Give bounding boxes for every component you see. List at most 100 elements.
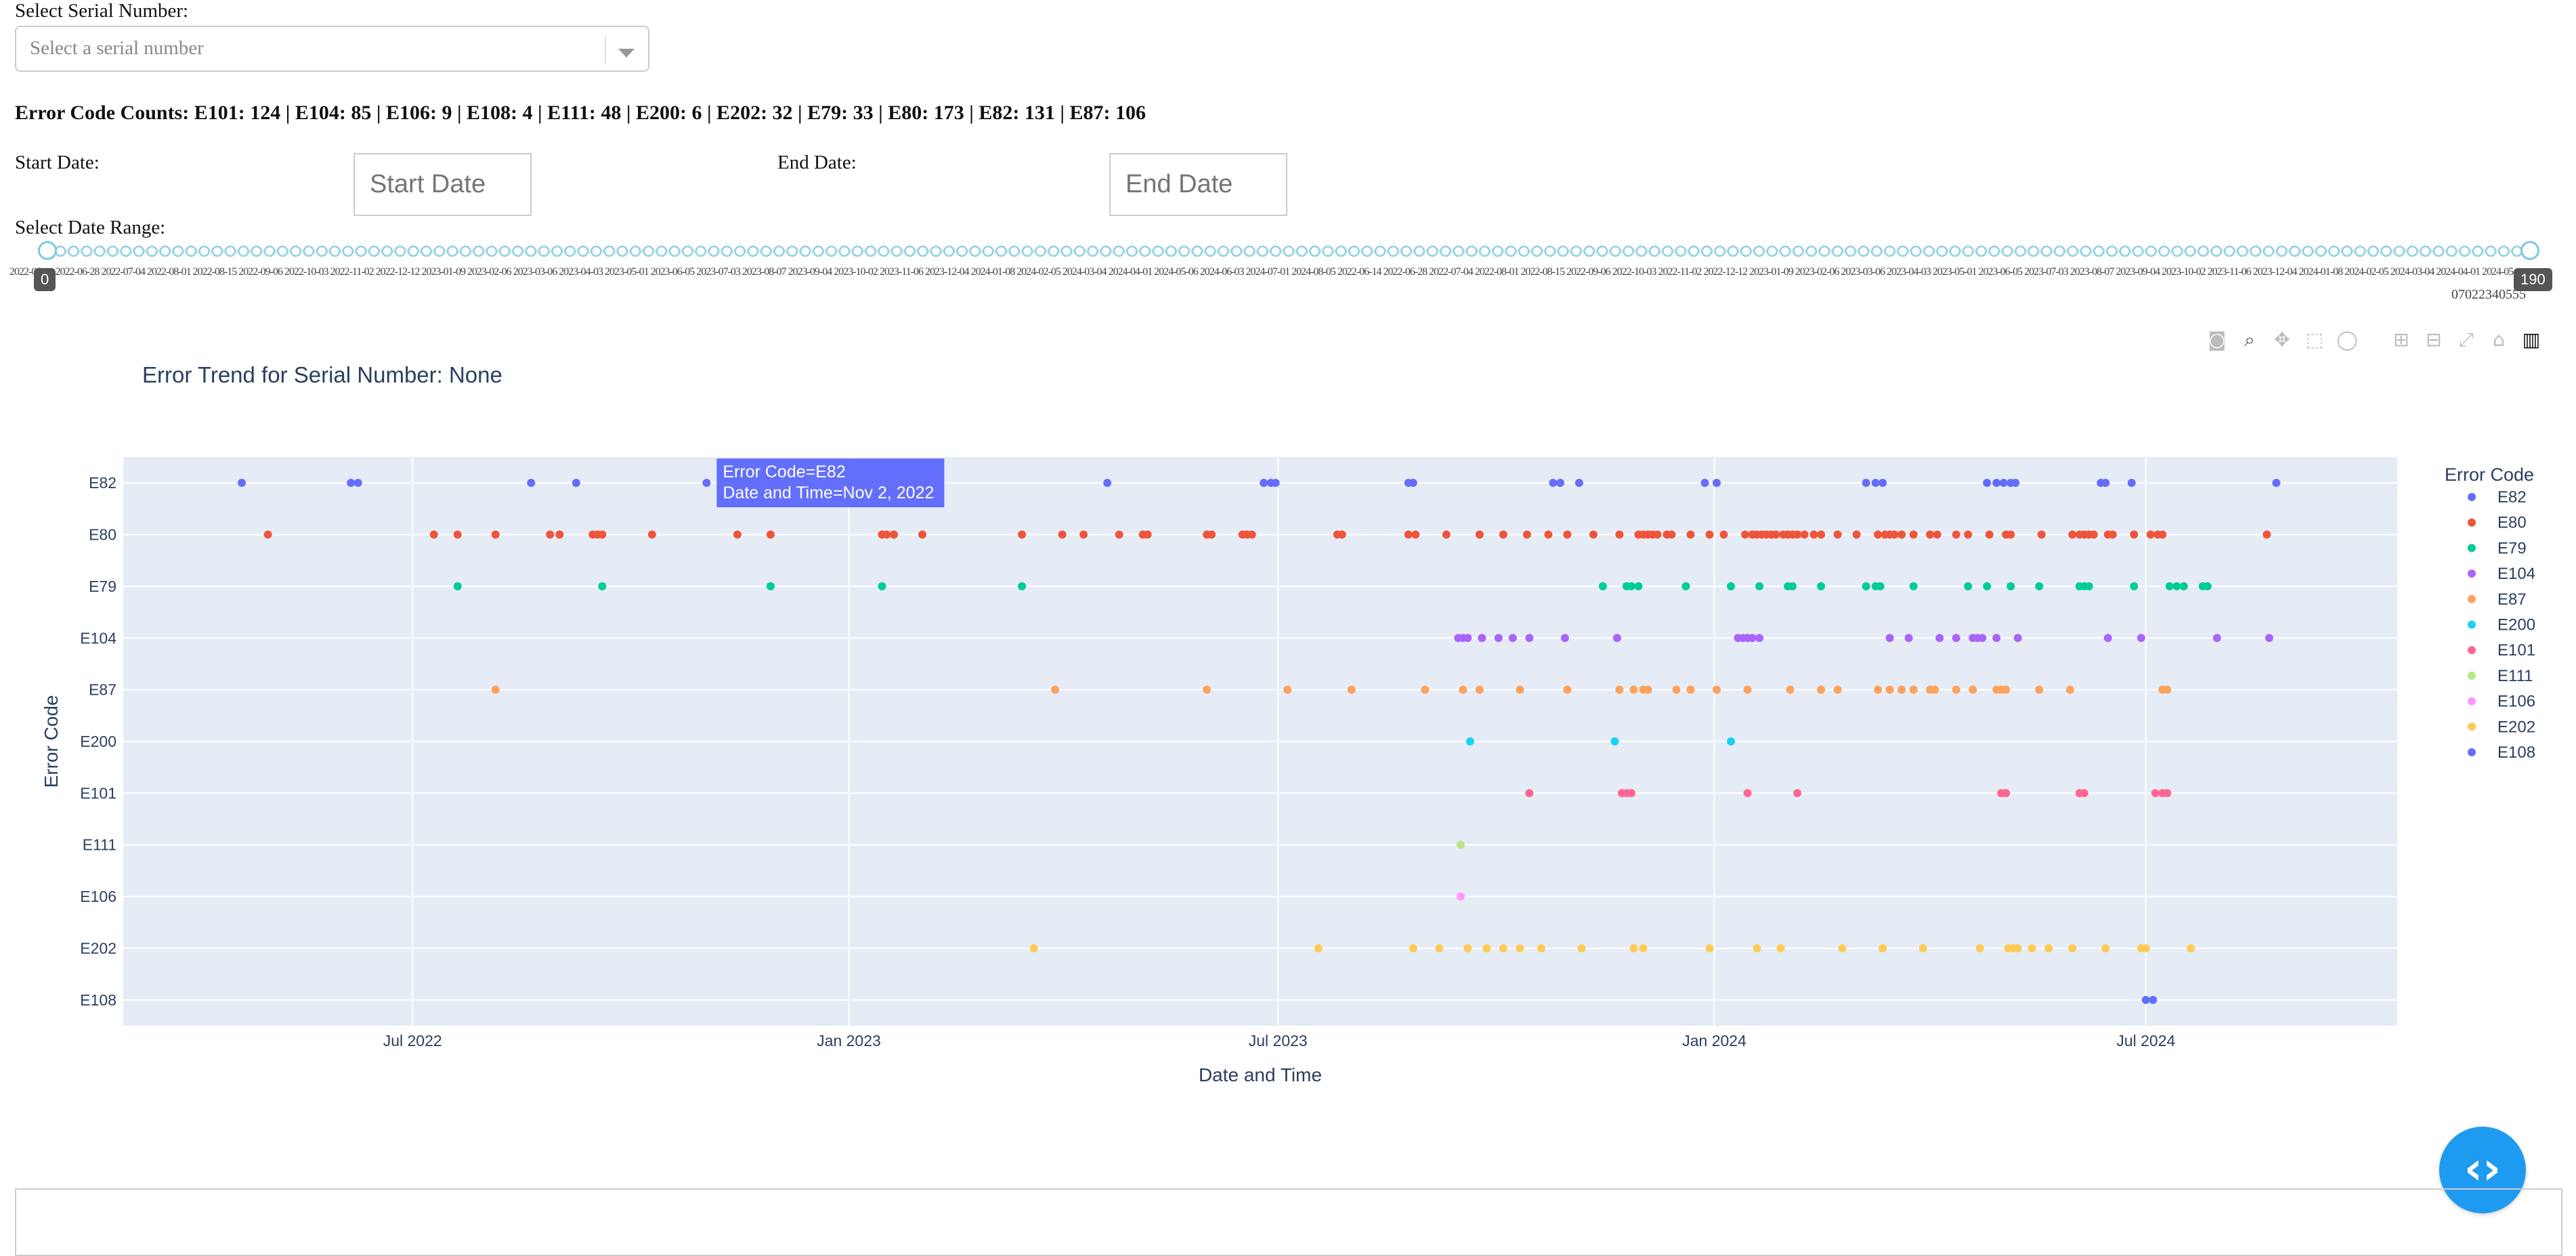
data-point-e82 [527, 479, 536, 488]
data-point-e87 [1051, 685, 1060, 694]
data-point-e80 [1653, 530, 1662, 539]
slider-step-mark [1218, 245, 1229, 257]
data-point-e80 [1404, 530, 1413, 539]
data-point-e80 [1115, 530, 1123, 539]
zoom-out-icon[interactable]: ⊟ [2422, 328, 2446, 352]
slider-step-mark [577, 245, 589, 257]
data-point-e111 [1456, 840, 1465, 849]
slider-step-mark [68, 245, 79, 257]
legend-marker [2468, 594, 2476, 603]
data-point-e80 [1522, 530, 1531, 539]
y-tick-label: E82 [89, 474, 116, 492]
reset-axes-icon[interactable]: ⌂ [2487, 328, 2511, 352]
data-point-e202 [2044, 944, 2053, 953]
data-point-e80 [555, 530, 564, 539]
data-point-e82 [1879, 479, 1887, 488]
start-date-input[interactable] [353, 153, 532, 216]
data-point-e80 [453, 530, 462, 539]
slider-step-mark [956, 245, 968, 257]
chevron-down-icon[interactable] [618, 49, 635, 58]
data-point-e80 [1667, 530, 1676, 539]
slider-step-mark [1283, 245, 1295, 257]
legend-item: E200 [2497, 616, 2535, 634]
range-end-handle[interactable] [2520, 241, 2539, 260]
data-point-e80 [1890, 530, 1899, 539]
pan-icon[interactable]: ✥ [2270, 328, 2294, 352]
legend-item: E101 [2497, 641, 2535, 659]
legend-item: E80 [2497, 514, 2527, 532]
data-point-e104 [1478, 634, 1486, 643]
data-point-e80 [1809, 530, 1818, 539]
data-point-e79 [1598, 582, 1607, 590]
data-point-e80 [2037, 530, 2046, 539]
autoscale-icon[interactable]: ⤢ [2454, 328, 2478, 352]
serial-number-dropdown[interactable]: Select a serial number [15, 26, 649, 72]
data-point-e80 [598, 530, 607, 539]
slider-step-mark [1100, 245, 1112, 257]
end-date-input[interactable] [1109, 153, 1287, 216]
slider-step-mark [917, 245, 928, 257]
slider-step-mark [1884, 245, 1895, 257]
slider-step-mark [1243, 245, 1255, 257]
slider-step-mark [1635, 245, 1648, 257]
zoom-in-icon[interactable]: ⊞ [2389, 328, 2413, 352]
slider-step-mark [1296, 245, 1308, 257]
data-point-e80 [1926, 530, 1935, 539]
data-point-e82 [1409, 479, 1417, 488]
zoom-icon[interactable]: ⌕ [2237, 328, 2262, 352]
data-point-e79 [1634, 582, 1643, 590]
slider-step-mark [1440, 245, 1451, 257]
camera-icon[interactable]: ◙ [2205, 328, 2229, 352]
data-point-e82 [2272, 479, 2281, 488]
slider-step-mark [1662, 245, 1673, 257]
data-point-e104 [1494, 634, 1503, 643]
slider-step-mark [2223, 245, 2235, 257]
slider-step-mark [2119, 245, 2131, 257]
data-point-e79 [2084, 582, 2093, 590]
data-point-e87 [1347, 685, 1356, 694]
slider-step-mark [1152, 245, 1164, 257]
error-trend-chart: Jul 2022 Jan 2023 Jul 2023 Jan 2024 Jul 2024… [41, 362, 2535, 1085]
data-point-e82 [1992, 479, 2001, 488]
tooltip-line-2: Date and Time=Nov 2, 2022 [723, 483, 934, 502]
data-point-e79 [1018, 582, 1027, 590]
slider-step-mark [1557, 245, 1569, 257]
slider-step-mark [1465, 245, 1478, 257]
data-point-e202 [1499, 944, 1507, 953]
slider-step-mark [277, 245, 288, 257]
data-point-e202 [1435, 944, 1444, 953]
slider-step-mark [1975, 245, 1987, 257]
data-point-e82 [1260, 479, 1268, 488]
data-point-e80 [1897, 530, 1906, 539]
range-max-value: 190 [2514, 268, 2552, 291]
range-start-handle[interactable] [38, 241, 57, 260]
data-point-e202 [1516, 944, 1524, 953]
data-point-e202 [2187, 944, 2195, 953]
data-point-e104 [1525, 634, 1534, 643]
slider-step-mark [747, 245, 759, 257]
data-point-e82 [1871, 479, 1880, 488]
slider-step-mark [133, 245, 145, 257]
data-point-e80 [1952, 530, 1960, 539]
y-tick-label: E111 [83, 836, 116, 854]
data-point-e87 [1283, 685, 1292, 694]
box-select-icon[interactable]: ⬚ [2302, 328, 2327, 352]
data-point-e79 [1983, 582, 1992, 590]
lasso-icon[interactable]: ◯ [2335, 328, 2359, 352]
slider-step-mark [1714, 245, 1725, 257]
plotly-logo-icon[interactable]: ▥ [2519, 328, 2543, 352]
slider-step-mark [146, 245, 158, 257]
data-point-e104 [2013, 634, 2022, 643]
slider-step-mark [1518, 245, 1530, 257]
slider-step-mark [852, 245, 863, 257]
data-point-e104 [2103, 634, 2112, 643]
data-point-e202 [1753, 944, 1761, 953]
data-point-e80 [1247, 530, 1256, 539]
slider-step-mark [1348, 245, 1360, 257]
y-axis-title: Error Code [41, 695, 62, 788]
data-point-e101 [2002, 789, 2011, 798]
slider-step-mark [1230, 245, 1243, 257]
dropdown-separator [605, 37, 606, 64]
slider-step-mark [1426, 245, 1438, 257]
slider-step-mark [2210, 245, 2223, 257]
